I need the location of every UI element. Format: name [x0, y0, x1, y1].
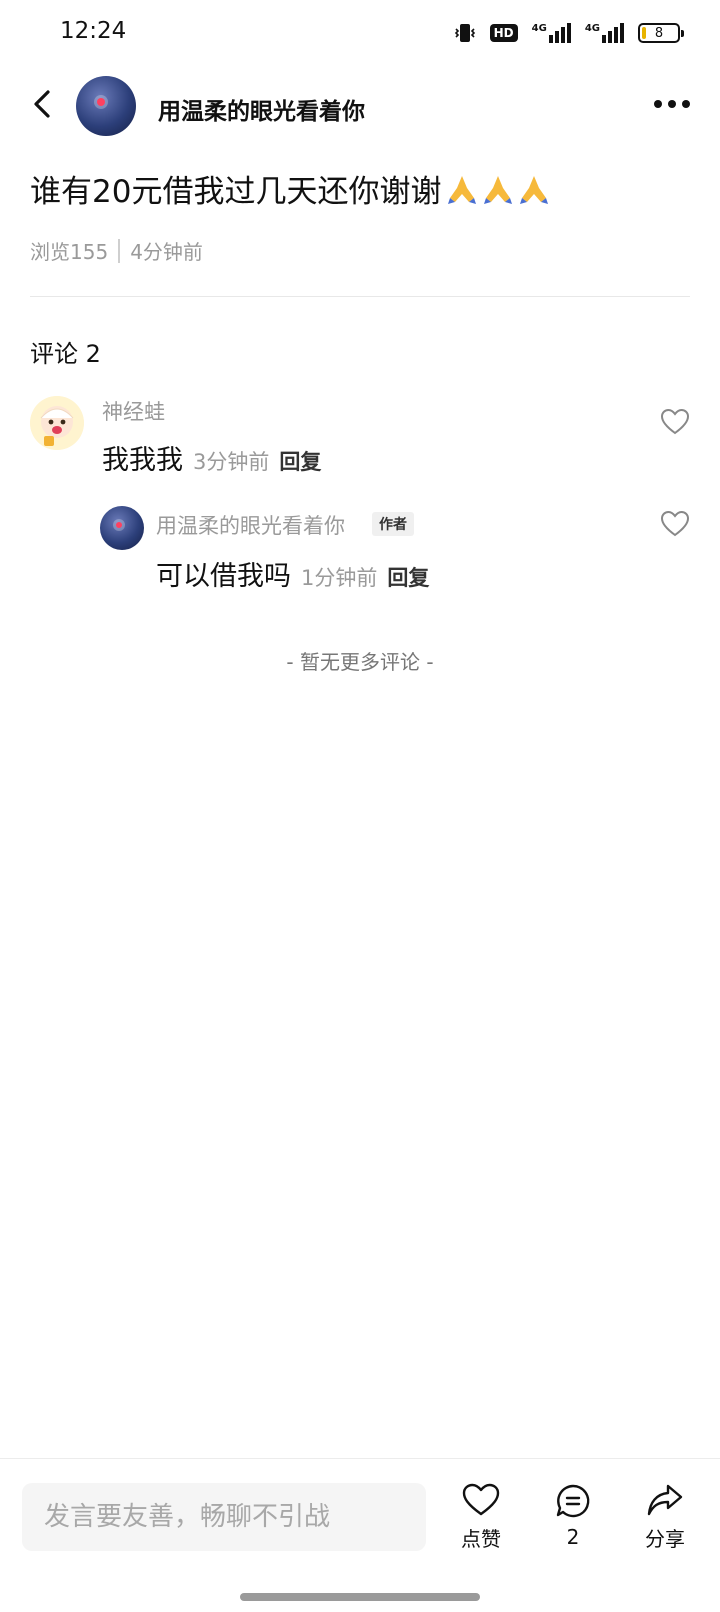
status-bar: 12:24 HD 4G 4G 8 [0, 0, 720, 64]
commenter-avatar[interactable] [30, 396, 84, 450]
signal-4g-icon: 4G [532, 23, 571, 43]
commenter-name[interactable]: 神经蛙 [102, 396, 165, 426]
more-options-button[interactable] [654, 92, 690, 116]
heart-icon [660, 408, 690, 435]
vibrate-icon [454, 22, 476, 44]
signal-4g-icon: 4G [585, 23, 624, 43]
post-meta: 浏览155 4分钟前 [30, 236, 203, 265]
commenter-name[interactable]: 用温柔的眼光看着你 [156, 510, 345, 540]
author-badge: 作者 [372, 512, 414, 536]
back-button[interactable] [26, 84, 62, 124]
comment-count: 2 [566, 1525, 580, 1549]
commenter-avatar[interactable] [100, 506, 144, 550]
no-more-comments: - 暂无更多评论 - [286, 650, 434, 674]
battery-level: 8 [654, 25, 664, 41]
folded-hands-emoji-icon [445, 172, 551, 206]
network-type-label: 4G [531, 23, 547, 34]
comment-button[interactable]: 2 [538, 1483, 608, 1549]
view-count: 浏览155 [30, 240, 109, 264]
author-name[interactable]: 用温柔的眼光看着你 [158, 92, 365, 126]
bottom-bar: 点赞 2 分享 [0, 1458, 720, 1612]
comment-body: 我我我 3分钟前 回复 [102, 438, 321, 477]
status-time: 12:24 [60, 18, 127, 44]
comment-body: 可以借我吗 1分钟前 回复 [156, 554, 429, 593]
like-label: 点赞 [461, 1527, 501, 1551]
reply-button[interactable]: 回复 [279, 446, 321, 476]
home-indicator[interactable] [240, 1593, 480, 1601]
post-title-text: 谁有20元借我过几天还你谢谢 [30, 174, 442, 210]
section-divider [30, 296, 690, 297]
author-avatar[interactable] [76, 76, 136, 136]
post-title: 谁有20元借我过几天还你谢谢 [30, 166, 551, 211]
post-header: 用温柔的眼光看着你 [0, 70, 720, 140]
battery-icon: 8 [638, 23, 684, 43]
comment-text: 可以借我吗 [156, 561, 291, 592]
comment-input[interactable] [22, 1483, 426, 1551]
post-time: 4分钟前 [130, 240, 203, 264]
comment-item: 神经蛙 我我我 3分钟前 回复 [30, 396, 690, 476]
comment-text: 我我我 [102, 445, 183, 476]
battery-fill [642, 27, 646, 39]
status-icons: HD 4G 4G 8 [454, 20, 684, 46]
comment-time: 1分钟前 [301, 566, 378, 590]
comment-like-button[interactable] [660, 408, 690, 436]
comment-reply-item: 用温柔的眼光看着你 作者 可以借我吗 1分钟前 回复 [100, 506, 690, 592]
like-button[interactable]: 点赞 [446, 1483, 516, 1552]
share-button[interactable]: 分享 [630, 1483, 700, 1552]
heart-icon [660, 510, 690, 537]
heart-icon [462, 1483, 500, 1516]
share-label: 分享 [645, 1527, 685, 1551]
hd-voice-icon: HD [489, 24, 518, 42]
comments-header: 评论 2 [30, 340, 101, 368]
comment-time: 3分钟前 [193, 450, 270, 474]
chevron-left-icon [34, 90, 50, 118]
share-arrow-icon [647, 1484, 683, 1516]
network-type-label: 4G [584, 23, 600, 34]
more-dots-icon [654, 100, 662, 108]
comment-bubble-icon [556, 1484, 590, 1518]
meta-divider [118, 238, 121, 263]
reply-button[interactable]: 回复 [387, 562, 429, 592]
comment-like-button[interactable] [660, 510, 690, 538]
